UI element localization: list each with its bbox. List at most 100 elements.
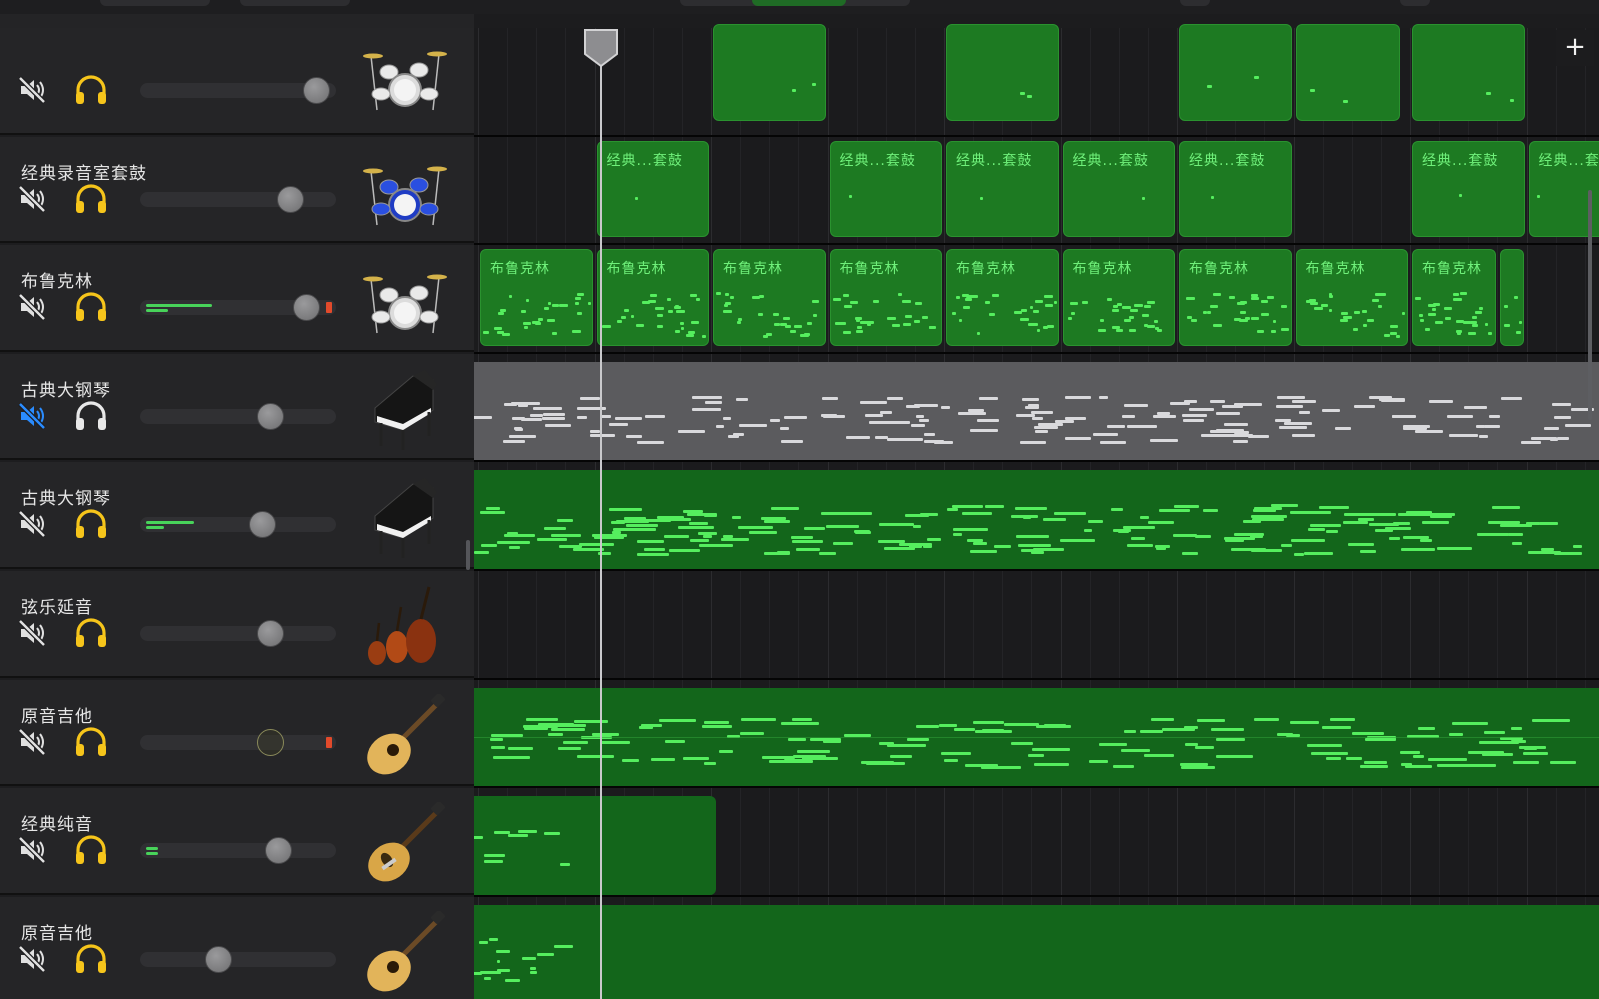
- midi-region[interactable]: [713, 24, 826, 121]
- midi-region[interactable]: [474, 904, 1599, 999]
- play-button[interactable]: [752, 0, 846, 6]
- volume-knob[interactable]: [277, 185, 304, 213]
- midi-region[interactable]: 布鲁克林: [1412, 249, 1496, 346]
- headphones-icon[interactable]: [74, 834, 108, 866]
- mute-icon[interactable]: [17, 509, 47, 539]
- volume-slider[interactable]: [140, 402, 336, 430]
- acoustic-guitar-icon[interactable]: [363, 909, 447, 995]
- volume-slider[interactable]: [140, 837, 336, 865]
- drum-kit-icon[interactable]: [363, 36, 447, 120]
- timeline-area[interactable]: 36373839404142434445 经典...套鼓经典...套鼓经典...…: [474, 14, 1599, 999]
- mute-icon[interactable]: [17, 727, 47, 757]
- headphones-icon[interactable]: [74, 726, 108, 758]
- midi-region[interactable]: [474, 796, 716, 895]
- toolbar-button[interactable]: [1400, 0, 1430, 6]
- mute-icon[interactable]: [17, 944, 47, 974]
- track-lane[interactable]: [474, 788, 1599, 897]
- headphones-icon[interactable]: [74, 74, 108, 106]
- toolbar-button[interactable]: [100, 0, 210, 6]
- grand-piano-icon[interactable]: [363, 476, 447, 560]
- track-header[interactable]: [0, 28, 474, 135]
- header-resize-handle[interactable]: [466, 540, 470, 570]
- midi-region[interactable]: 布鲁克林: [829, 249, 942, 346]
- acoustic-guitar-icon[interactable]: [363, 692, 447, 778]
- volume-slider[interactable]: [140, 294, 336, 322]
- midi-region[interactable]: 布鲁克林: [1062, 249, 1175, 346]
- volume-knob[interactable]: [205, 945, 232, 973]
- volume-slider[interactable]: [140, 728, 336, 756]
- toolbar-button[interactable]: [1180, 0, 1210, 6]
- track-header[interactable]: 经典纯音: [0, 788, 474, 895]
- midi-region[interactable]: [474, 470, 1599, 569]
- midi-region[interactable]: 布鲁克林: [946, 249, 1059, 346]
- midi-region[interactable]: 经典...套鼓: [1062, 140, 1175, 238]
- midi-region[interactable]: 经典...套鼓: [946, 140, 1059, 238]
- midi-region[interactable]: 经典...套鼓: [1179, 140, 1292, 238]
- headphones-icon[interactable]: [74, 508, 108, 540]
- midi-region[interactable]: [1179, 24, 1292, 121]
- volume-knob[interactable]: [257, 402, 284, 430]
- midi-region[interactable]: [1295, 24, 1400, 121]
- track-header[interactable]: 古典大钢琴: [0, 353, 474, 461]
- midi-region[interactable]: [474, 361, 1599, 461]
- midi-region[interactable]: 布鲁克林: [480, 249, 593, 346]
- midi-region[interactable]: [1500, 249, 1524, 346]
- headphones-icon[interactable]: [74, 617, 108, 649]
- playhead[interactable]: [600, 30, 602, 999]
- mute-icon[interactable]: [17, 75, 47, 105]
- headphones-icon[interactable]: [74, 183, 108, 215]
- volume-slider[interactable]: [140, 945, 336, 973]
- track-header[interactable]: 古典大钢琴: [0, 462, 474, 569]
- playhead-handle-icon[interactable]: [582, 28, 620, 68]
- midi-region[interactable]: [946, 24, 1059, 121]
- track-header[interactable]: 经典录音室套鼓: [0, 136, 474, 244]
- volume-slider[interactable]: [140, 620, 336, 647]
- electric-guitar-icon[interactable]: [363, 801, 447, 886]
- vertical-scrollbar[interactable]: [1588, 190, 1592, 420]
- strings-icon[interactable]: [363, 585, 447, 669]
- headphones-icon[interactable]: [74, 291, 108, 323]
- midi-region[interactable]: 布鲁克林: [596, 249, 709, 346]
- track-header[interactable]: 原音吉他: [0, 896, 474, 999]
- volume-knob[interactable]: [303, 77, 330, 104]
- midi-region[interactable]: 布鲁克林: [1295, 249, 1408, 346]
- volume-knob[interactable]: [257, 728, 284, 756]
- track-lane[interactable]: [474, 571, 1599, 680]
- midi-region[interactable]: [474, 687, 1599, 787]
- drum-kit-icon[interactable]: [363, 259, 447, 343]
- midi-region[interactable]: 经典...套鼓: [1412, 140, 1525, 238]
- mute-icon[interactable]: [17, 184, 47, 214]
- midi-region[interactable]: 布鲁克林: [713, 249, 826, 346]
- track-header[interactable]: 布鲁克林: [0, 245, 474, 352]
- grand-piano-icon[interactable]: [363, 368, 447, 452]
- track-lane[interactable]: [474, 896, 1599, 999]
- volume-slider[interactable]: [140, 511, 336, 539]
- add-track-button[interactable]: +: [1556, 30, 1594, 66]
- headphones-icon[interactable]: [74, 400, 108, 432]
- track-lane[interactable]: [474, 679, 1599, 789]
- blue-drum-kit-icon[interactable]: [363, 151, 447, 235]
- midi-region[interactable]: [1412, 24, 1525, 121]
- volume-knob[interactable]: [257, 620, 284, 647]
- mute-icon[interactable]: [17, 618, 47, 648]
- track-lane[interactable]: [474, 24, 1599, 137]
- volume-knob[interactable]: [265, 837, 292, 865]
- toolbar-button[interactable]: [240, 0, 350, 6]
- mute-icon[interactable]: [17, 292, 47, 322]
- track-lane[interactable]: [474, 462, 1599, 571]
- track-lane[interactable]: [474, 353, 1599, 463]
- midi-region[interactable]: 布鲁克林: [1179, 249, 1292, 346]
- midi-region[interactable]: 经典...套鼓: [596, 140, 709, 238]
- volume-knob[interactable]: [249, 511, 276, 539]
- track-lane[interactable]: 布鲁克林 布鲁克林 布鲁克林 布鲁克林 布鲁克林 布鲁克林 布鲁克林 布鲁克林 布鲁克林: [474, 245, 1599, 354]
- midi-region[interactable]: 经典...套鼓: [829, 140, 942, 238]
- volume-slider[interactable]: [140, 185, 336, 213]
- track-header[interactable]: 弦乐延音: [0, 571, 474, 678]
- track-lane[interactable]: 经典...套鼓 经典...套鼓 经典...套鼓 经典...套鼓 经典...套鼓 经典...…: [474, 136, 1599, 246]
- mute-icon[interactable]: [17, 835, 47, 865]
- volume-slider[interactable]: [140, 77, 336, 104]
- headphones-icon[interactable]: [74, 943, 108, 975]
- track-header[interactable]: 原音吉他: [0, 679, 474, 787]
- mute-icon[interactable]: [17, 401, 47, 431]
- volume-knob[interactable]: [293, 294, 320, 322]
